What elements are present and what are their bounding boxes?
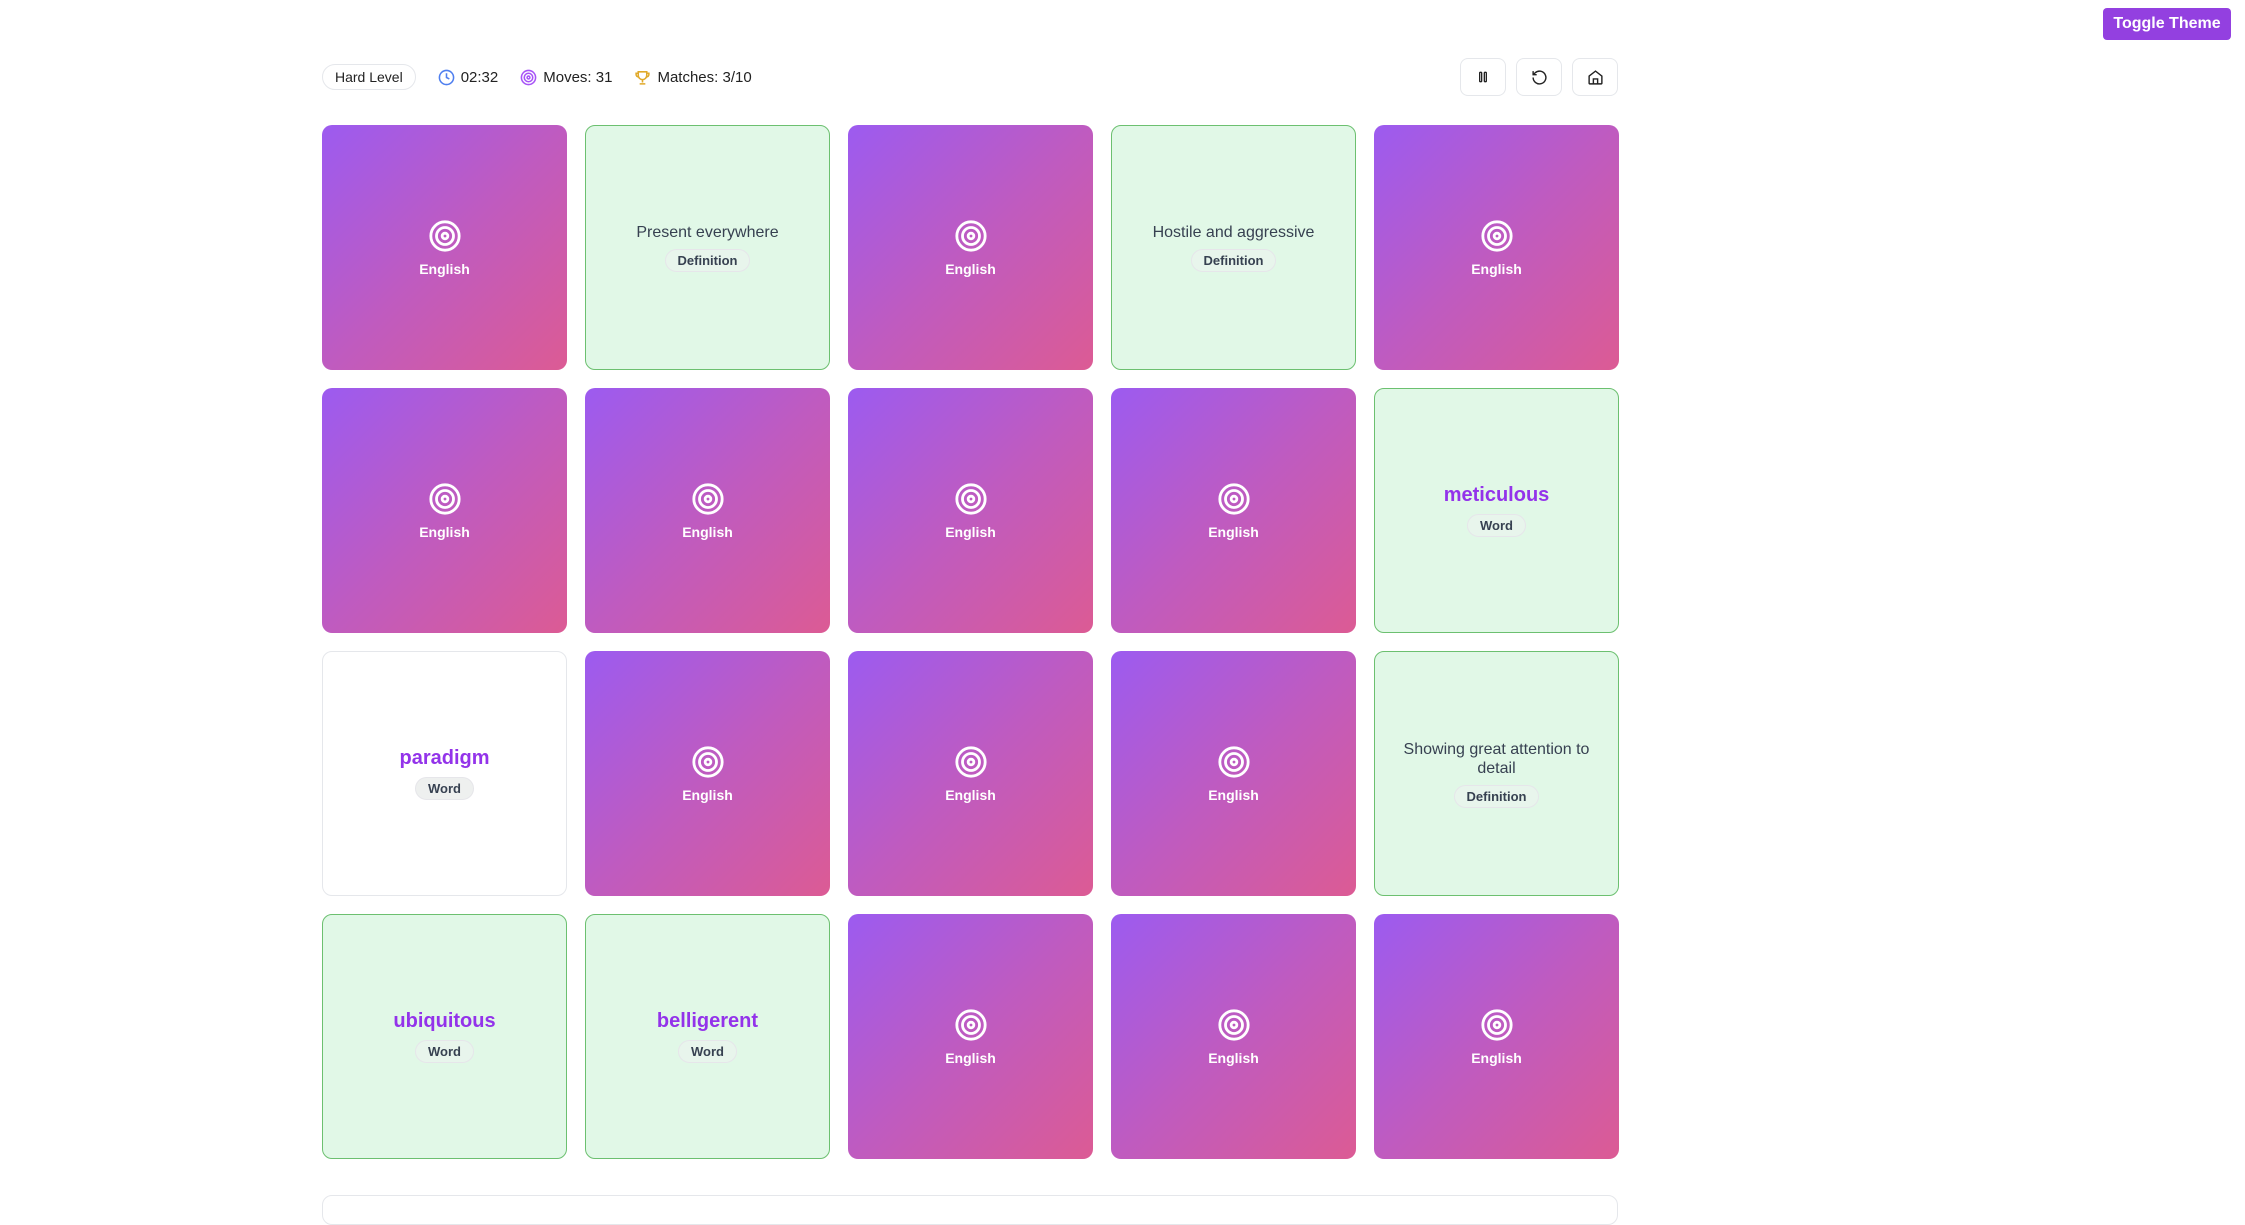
card-label: English [945, 523, 996, 540]
card-label: English [419, 523, 470, 540]
card-type-badge: Word [678, 1040, 737, 1063]
target-icon [954, 482, 987, 515]
card-type-badge: Word [415, 1040, 474, 1063]
target-icon [520, 69, 537, 85]
card-type-badge: Definition [1190, 249, 1277, 272]
card-label: English [682, 786, 733, 803]
timer: 02:32 [438, 68, 499, 86]
target-icon [1217, 745, 1250, 778]
matches: Matches: 3/10 [634, 68, 752, 86]
card-label: English [682, 523, 733, 540]
target-icon [428, 219, 461, 252]
card-label: English [1208, 523, 1259, 540]
memory-card[interactable]: English [848, 388, 1093, 633]
memory-card[interactable]: Showing great attention to detail Definit… [1374, 651, 1619, 896]
memory-card[interactable]: English [1374, 914, 1619, 1159]
game-container: Hard Level 02:32 Moves: 31 Matches: 3/10… [322, 58, 1619, 1159]
card-label: English [1471, 260, 1522, 277]
restart-icon [1531, 69, 1547, 85]
target-icon [691, 482, 724, 515]
memory-card[interactable]: English [848, 125, 1093, 370]
card-text: Hostile and aggressive [1152, 224, 1315, 241]
moves-value: Moves: 31 [543, 68, 613, 86]
trophy-icon [635, 70, 651, 85]
card-grid: English Present everywhere Definition Engli… [322, 125, 1619, 1159]
home-icon [1587, 69, 1603, 85]
card-type-badge: Word [415, 777, 474, 800]
target-icon [954, 745, 987, 778]
card-type-badge: Definition [664, 249, 751, 272]
pause-icon [1479, 71, 1487, 83]
memory-card[interactable]: belligerent Word [585, 914, 830, 1159]
card-text: belligerent [656, 1010, 759, 1032]
memory-card[interactable]: Present everywhere Definition [585, 125, 830, 370]
card-label: English [945, 1049, 996, 1066]
target-icon [1480, 219, 1513, 252]
timer-value: 02:32 [460, 68, 499, 86]
card-text: Present everywhere [636, 224, 779, 241]
memory-card[interactable]: English [1111, 388, 1356, 633]
memory-card[interactable]: English [1111, 914, 1356, 1159]
card-label: English [419, 260, 470, 277]
target-icon [1480, 1008, 1513, 1041]
card-label: English [1471, 1049, 1522, 1066]
toggle-theme-button[interactable]: Toggle Theme [2103, 8, 2231, 40]
home-button[interactable] [1572, 58, 1618, 96]
card-label: English [945, 260, 996, 277]
memory-card[interactable]: English [1374, 125, 1619, 370]
card-label: English [1208, 1049, 1259, 1066]
level-badge: Hard Level [322, 64, 416, 90]
card-text: Showing great attention to detail [1403, 740, 1590, 777]
card-type-badge: Definition [1453, 784, 1540, 808]
memory-card[interactable]: English [1111, 651, 1356, 896]
memory-card[interactable]: ubiquitous Word [322, 914, 567, 1159]
card-text: ubiquitous [393, 1010, 496, 1032]
memory-card[interactable]: English [322, 388, 567, 633]
pause-button[interactable] [1460, 58, 1506, 96]
memory-card[interactable]: English [848, 651, 1093, 896]
target-icon [954, 219, 987, 252]
memory-card[interactable]: English [585, 651, 830, 896]
restart-button[interactable] [1516, 58, 1562, 96]
card-label: English [945, 786, 996, 803]
clock-icon [438, 69, 455, 85]
memory-card[interactable]: English [322, 125, 567, 370]
target-icon [691, 745, 724, 778]
target-icon [1217, 1008, 1250, 1041]
memory-card[interactable]: English [585, 388, 830, 633]
stats-bar: Hard Level 02:32 Moves: 31 Matches: 3/10 [322, 58, 1618, 96]
memory-card[interactable]: Hostile and aggressive Definition [1111, 125, 1356, 370]
memory-card[interactable]: paradigm Word [322, 651, 567, 896]
memory-card[interactable]: meticulous Word [1374, 388, 1619, 633]
moves: Moves: 31 [520, 69, 612, 86]
target-icon [428, 482, 461, 515]
card-text: meticulous [1443, 484, 1550, 506]
card-label: English [1208, 786, 1259, 803]
target-icon [1217, 482, 1250, 515]
memory-card[interactable]: English [848, 914, 1093, 1159]
target-icon [954, 1008, 987, 1041]
footer-panel [322, 1195, 1618, 1225]
matches-value: Matches: 3/10 [657, 68, 752, 86]
card-text: paradigm [399, 747, 490, 769]
card-type-badge: Word [1467, 514, 1526, 537]
